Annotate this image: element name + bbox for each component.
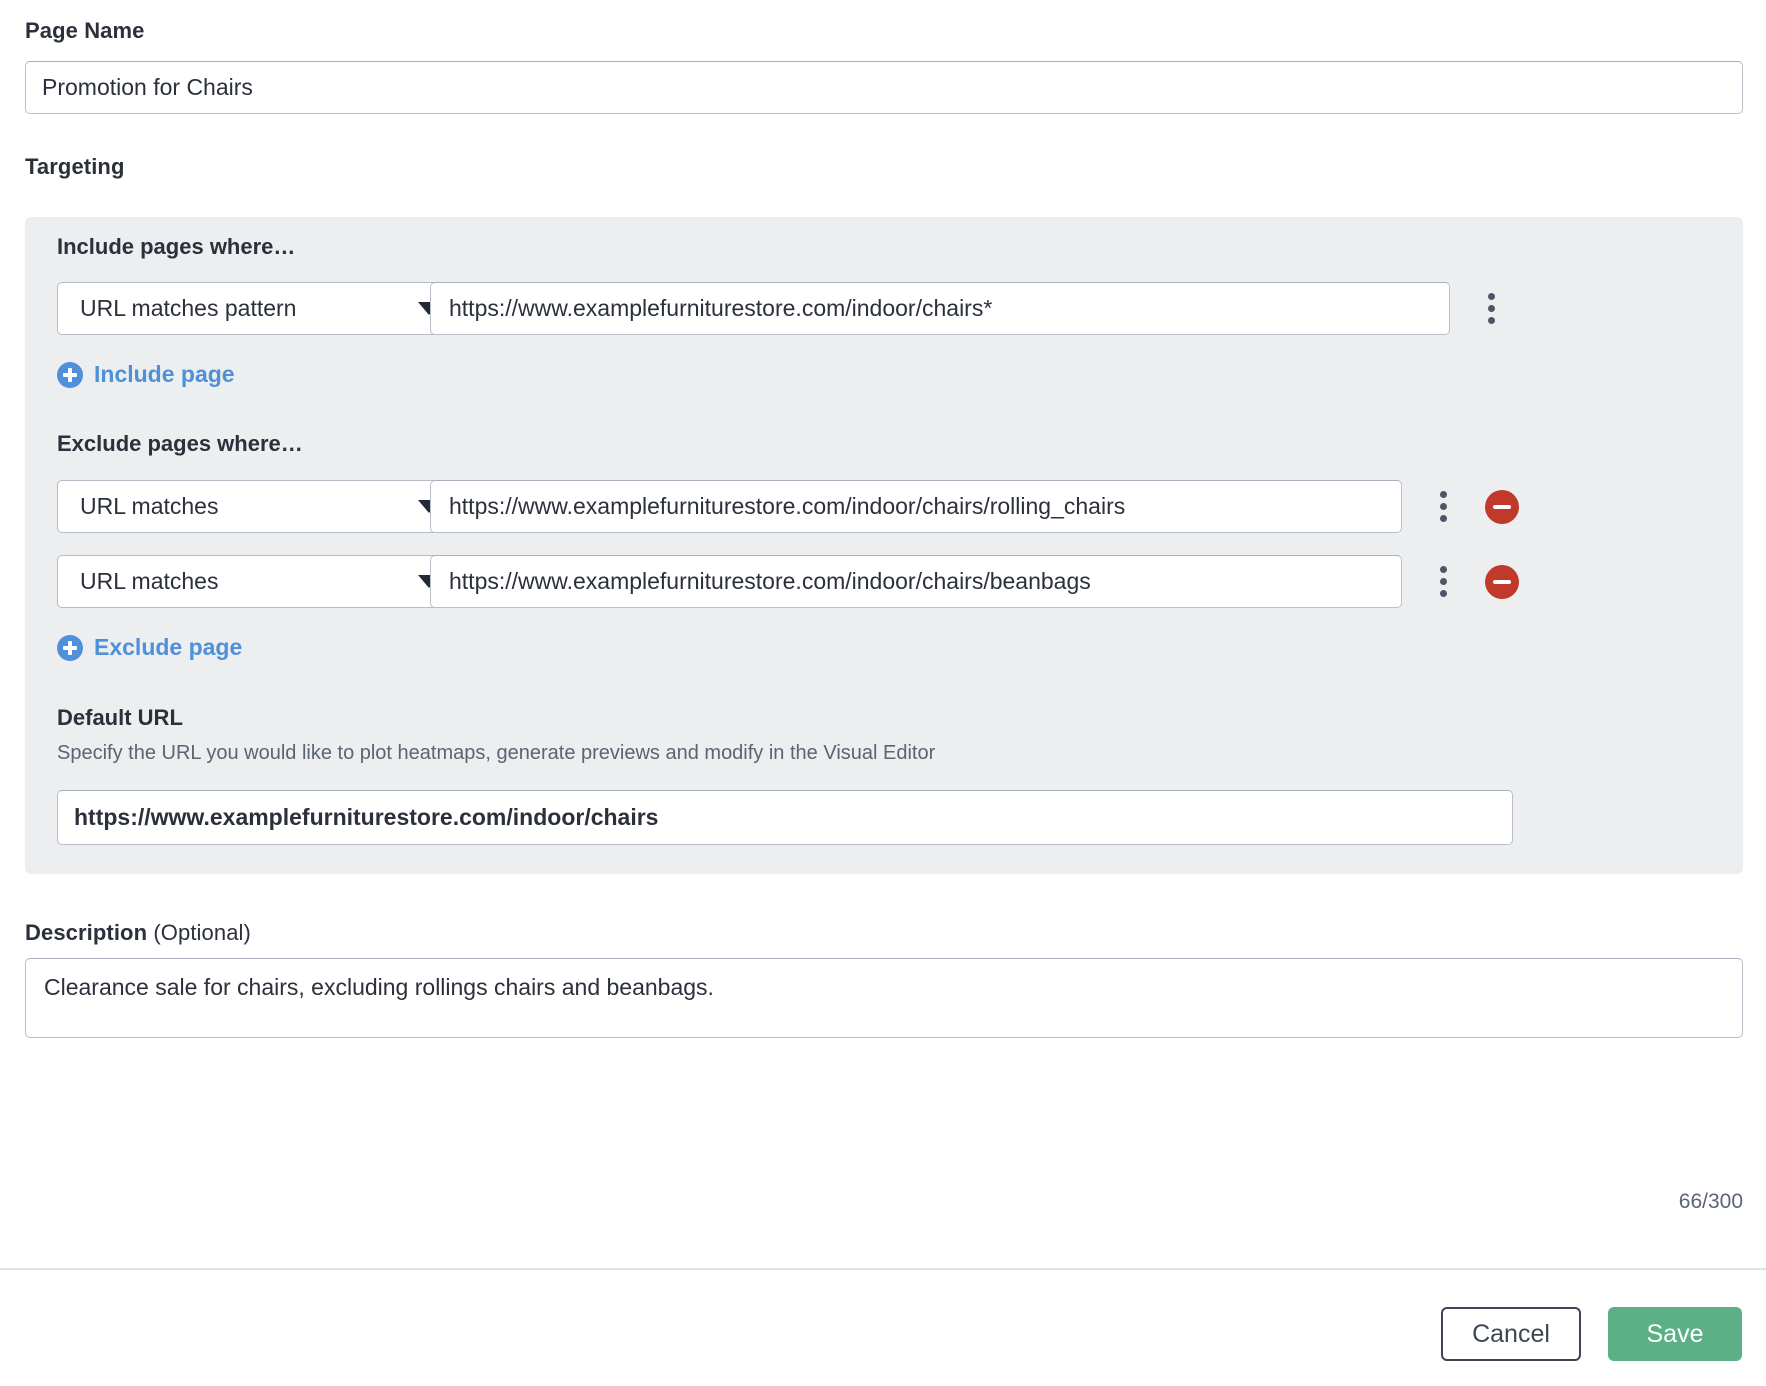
include-url-input-0[interactable]: https://www.examplefurniturestore.com/in…: [430, 282, 1450, 335]
exclude-condition-select-0[interactable]: URL matches: [57, 480, 457, 533]
plus-circle-icon: [57, 361, 83, 388]
include-condition-value-0: URL matches pattern: [80, 295, 297, 321]
description-char-count: 66/300: [1678, 1190, 1743, 1213]
exclude-url-input-1[interactable]: https://www.examplefurniturestore.com/in…: [430, 555, 1402, 608]
exclude-condition-value-0: URL matches: [80, 493, 219, 519]
exclude-row-menu-icon-1[interactable]: [1429, 555, 1457, 608]
include-condition-select-0[interactable]: URL matches pattern: [57, 282, 457, 335]
exclude-condition-select-1[interactable]: URL matches: [57, 555, 457, 608]
save-button[interactable]: Save: [1608, 1307, 1742, 1361]
description-optional-text: (Optional): [153, 920, 251, 945]
include-pages-heading: Include pages where…: [57, 234, 296, 259]
default-url-help-text: Specify the URL you would like to plot h…: [57, 742, 936, 764]
page-name-label: Page Name: [25, 18, 145, 43]
exclude-page-add-button[interactable]: Exclude page: [57, 634, 242, 661]
cancel-button[interactable]: Cancel: [1441, 1307, 1581, 1361]
footer-divider: [0, 1268, 1766, 1270]
page-name-input[interactable]: Promotion for Chairs: [25, 61, 1743, 114]
include-page-add-button[interactable]: Include page: [57, 361, 235, 388]
exclude-url-input-0[interactable]: https://www.examplefurniturestore.com/in…: [430, 480, 1402, 533]
include-page-add-label: Include page: [94, 361, 235, 387]
exclude-page-add-label: Exclude page: [94, 634, 243, 660]
remove-circle-icon: [1493, 580, 1511, 584]
description-textarea[interactable]: Clearance sale for chairs, excluding rol…: [25, 958, 1743, 1038]
plus-circle-icon: [57, 634, 83, 661]
targeting-panel: Include pages where… URL matches pattern…: [25, 217, 1743, 874]
targeting-label: Targeting: [25, 154, 125, 179]
exclude-pages-heading: Exclude pages where…: [57, 431, 303, 456]
remove-circle-icon: [1493, 505, 1511, 509]
exclude-row-menu-icon-0[interactable]: [1429, 480, 1457, 533]
description-label-text: Description: [25, 920, 154, 945]
default-url-input[interactable]: https://www.examplefurniturestore.com/in…: [57, 790, 1513, 845]
description-label: Description (Optional): [25, 920, 251, 946]
exclude-row-remove-button-0[interactable]: [1485, 490, 1519, 524]
default-url-label: Default URL: [57, 705, 183, 730]
exclude-condition-value-1: URL matches: [80, 568, 219, 594]
page-settings-form: Page Name Promotion for Chairs Targeting…: [0, 0, 1766, 1386]
exclude-row-remove-button-1[interactable]: [1485, 565, 1519, 599]
include-row-menu-icon-0[interactable]: [1477, 282, 1505, 335]
